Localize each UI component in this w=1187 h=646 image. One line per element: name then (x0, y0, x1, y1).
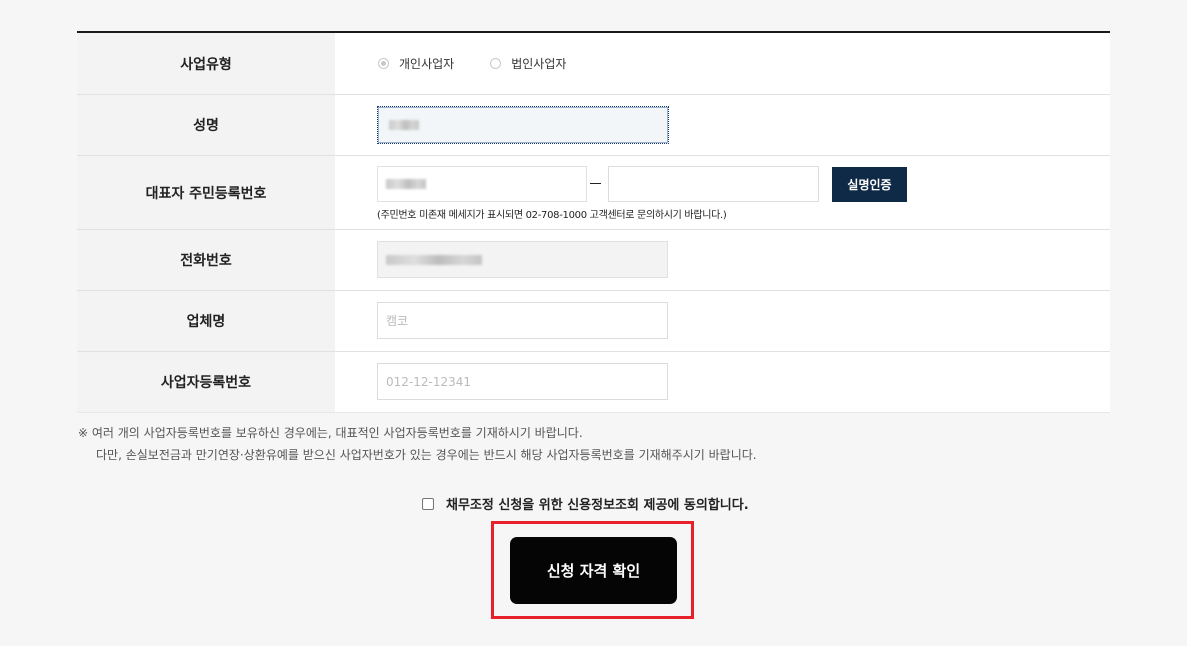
consent-row[interactable]: 채무조정 신청을 위한 신용정보조회 제공에 동의합니다. (422, 494, 749, 513)
rrn-help-note: (주민번호 미존재 메세지가 표시되면 02-708-1000 고객센터로 문의… (377, 210, 727, 221)
company-cell: 캠코 (335, 291, 1110, 351)
rrn-cell: 실명인증 (주민번호 미존재 메세지가 표시되면 02-708-1000 고객센… (335, 156, 1110, 229)
rrn-back-input[interactable] (608, 166, 819, 202)
company-name-input[interactable]: 캠코 (377, 302, 668, 339)
rrn-front-input[interactable] (377, 166, 587, 202)
business-number-cell: 012-12-12341 (335, 352, 1110, 412)
phone-label: 전화번호 (77, 230, 335, 290)
company-row: 업체명 캠코 (77, 291, 1110, 352)
radio-individual-business[interactable]: 개인사업자 (378, 55, 454, 72)
phone-row: 전화번호 (77, 230, 1110, 291)
company-label: 업체명 (77, 291, 335, 351)
rrn-separator-dash (590, 183, 601, 184)
business-number-input[interactable]: 012-12-12341 (377, 363, 668, 400)
rrn-label: 대표자 주민등록번호 (77, 156, 335, 229)
consent-label[interactable]: 채무조정 신청을 위한 신용정보조회 제공에 동의합니다. (446, 494, 749, 513)
radio-corporate-indicator[interactable] (490, 58, 502, 69)
notice-line-1: ※ 여러 개의 사업자등록번호를 보유하신 경우에는, 대표적인 사업자등록번호… (78, 426, 583, 440)
phone-cell (335, 230, 1110, 290)
redacted-rrn-front-value (386, 179, 426, 189)
name-label: 성명 (77, 95, 335, 155)
real-name-verify-button[interactable]: 실명인증 (832, 167, 907, 202)
check-eligibility-button[interactable]: 신청 자격 확인 (510, 537, 677, 604)
name-input[interactable] (377, 106, 669, 144)
redacted-name-value (389, 120, 419, 130)
business-type-label: 사업유형 (77, 33, 335, 94)
radio-individual-indicator[interactable] (378, 58, 389, 69)
consent-checkbox[interactable] (422, 497, 434, 510)
radio-corporate-business[interactable]: 법인사업자 (490, 55, 566, 72)
business-type-row: 사업유형 개인사업자 법인사업자 (77, 33, 1110, 95)
business-number-label: 사업자등록번호 (77, 352, 335, 412)
name-cell (335, 95, 1110, 155)
redacted-phone-value (386, 254, 482, 265)
business-number-notice: ※ 여러 개의 사업자등록번호를 보유하신 경우에는, 대표적인 사업자등록번호… (78, 422, 757, 466)
business-type-cell: 개인사업자 법인사업자 (335, 33, 1110, 94)
applicant-form-table: 사업유형 개인사업자 법인사업자 성명 대표자 주민등록번호 실명인증 (주민번… (77, 31, 1110, 413)
radio-individual-label: 개인사업자 (399, 57, 455, 71)
business-type-radio-group: 개인사업자 법인사업자 (378, 33, 602, 94)
rrn-row: 대표자 주민등록번호 실명인증 (주민번호 미존재 메세지가 표시되면 02-7… (77, 156, 1110, 230)
name-row: 성명 (77, 95, 1110, 156)
radio-corporate-label: 법인사업자 (511, 57, 567, 71)
phone-input (377, 241, 668, 278)
business-number-row: 사업자등록번호 012-12-12341 (77, 352, 1110, 413)
notice-line-2: 다만, 손실보전금과 만기연장·상환유예를 받으신 사업자번호가 있는 경우에는… (96, 448, 757, 462)
